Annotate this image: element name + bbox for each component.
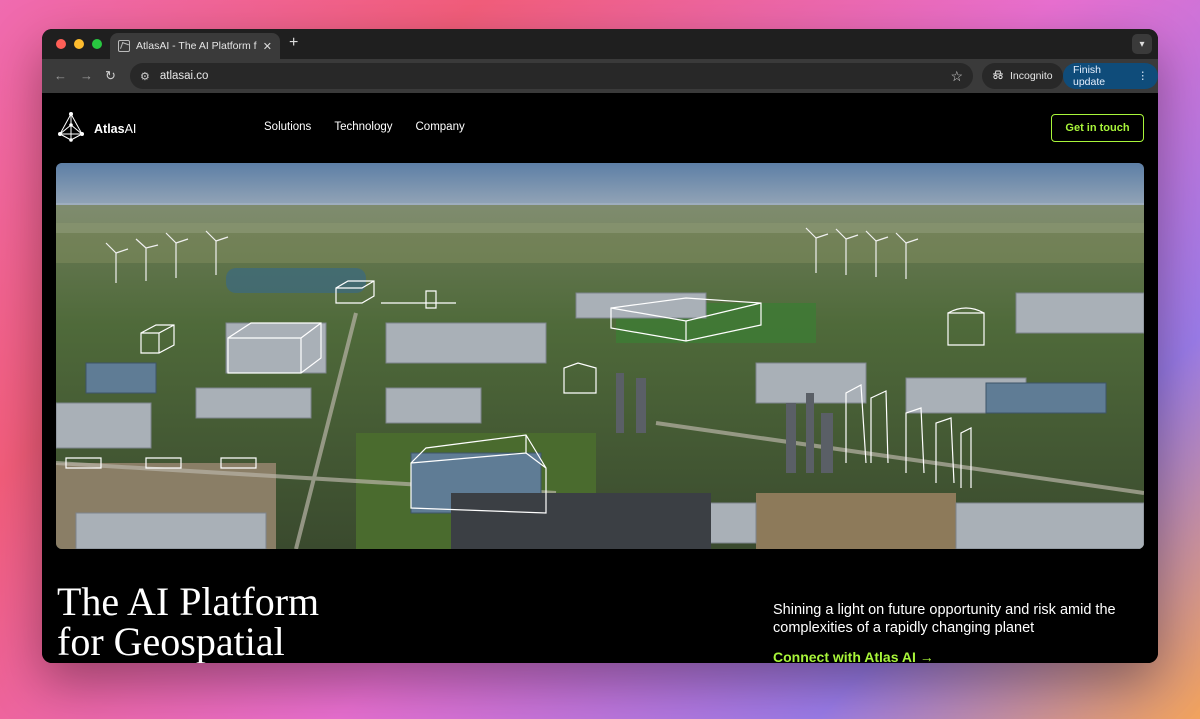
close-tab-icon[interactable]: ✕ [263, 40, 272, 53]
logo-wordmark: AtlasAI [94, 121, 137, 136]
aerial-industrial-park-illustration [56, 163, 1144, 549]
page-title: The AI Platform for Geospatial [57, 582, 477, 662]
maximize-window-button[interactable] [92, 39, 102, 49]
tune-icon[interactable]: ⚙ [140, 70, 150, 83]
incognito-indicator[interactable]: Incognito [982, 63, 1063, 89]
get-in-touch-button[interactable]: Get in touch [1051, 114, 1144, 142]
arrow-right-icon[interactable]: → [80, 68, 93, 83]
tab-title: AtlasAI - The AI Platform for Geospatial [136, 40, 257, 52]
website-content: AtlasAI Solutions Technology Company Get… [42, 93, 1158, 663]
headline-line-2: for Geospatial [57, 619, 285, 663]
main-nav: Solutions Technology Company [264, 121, 465, 133]
finish-update-label: Finish update [1073, 64, 1106, 88]
atlasai-favicon-icon [118, 40, 130, 52]
incognito-label: Incognito [1010, 70, 1053, 82]
address-bar[interactable]: ⚙ atlasai.co ☆ [130, 63, 973, 89]
nav-company[interactable]: Company [416, 121, 465, 133]
atlasai-logo[interactable]: AtlasAI [56, 112, 136, 145]
star-icon[interactable]: ☆ [950, 68, 963, 85]
tab-search-chevron-down-icon[interactable]: ▾ [1132, 34, 1152, 54]
url-text[interactable]: atlasai.co [160, 70, 941, 82]
browser-toolbar: ← → ↻ ⚙ atlasai.co ☆ Incognito Finish up… [42, 59, 1158, 93]
arrow-left-icon[interactable]: ← [54, 68, 67, 83]
new-tab-button[interactable]: + [289, 34, 298, 52]
tab-bar: AtlasAI - The AI Platform for Geospatial… [42, 29, 1158, 59]
minimize-window-button[interactable] [74, 39, 84, 49]
close-window-button[interactable] [56, 39, 66, 49]
browser-window: AtlasAI - The AI Platform for Geospatial… [42, 29, 1158, 663]
window-controls [56, 39, 102, 49]
hero-tagline: Shining a light on future opportunity an… [773, 602, 1116, 636]
hero-image [56, 163, 1144, 549]
incognito-icon [992, 70, 1004, 83]
nav-solutions[interactable]: Solutions [264, 121, 311, 133]
connect-link[interactable]: Connect with Atlas AI → [773, 649, 934, 663]
site-header: AtlasAI Solutions Technology Company Get… [42, 93, 1158, 163]
nav-technology[interactable]: Technology [334, 121, 392, 133]
finish-update-button[interactable]: Finish update ⋮ [1063, 63, 1158, 89]
reload-icon[interactable]: ↻ [105, 68, 116, 84]
browser-tab[interactable]: AtlasAI - The AI Platform for Geospatial… [110, 33, 280, 59]
headline-line-1: The AI Platform [57, 579, 320, 624]
atlas-network-logo-icon [56, 112, 86, 145]
kebab-menu-icon[interactable]: ⋮ [1138, 70, 1149, 82]
